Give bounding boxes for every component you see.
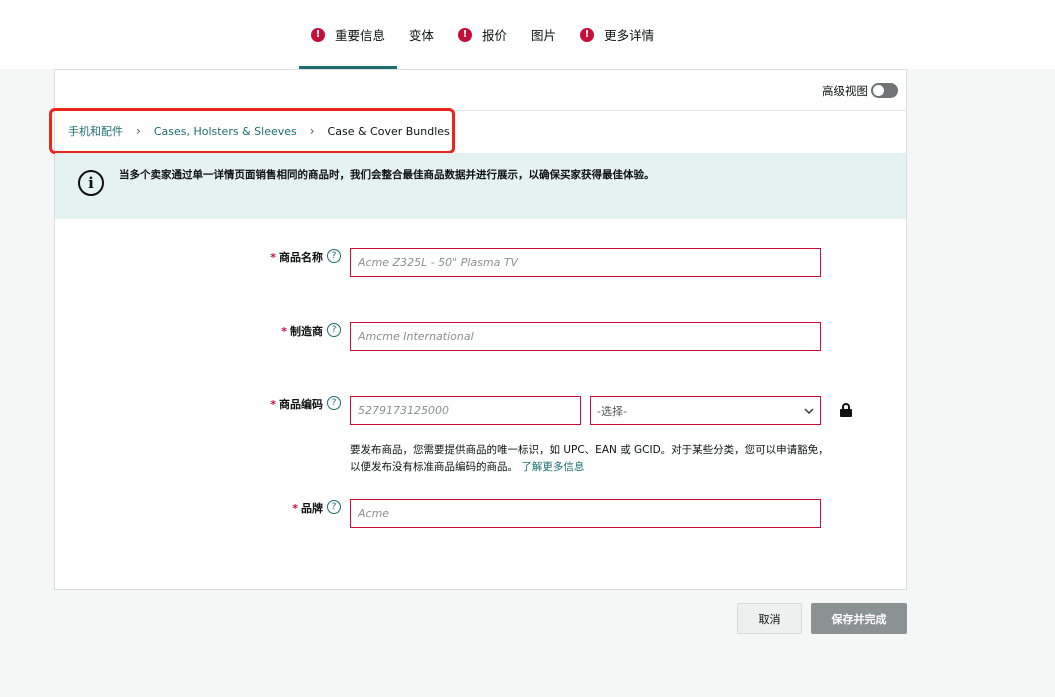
tab-vital-info[interactable]: ! 重要信息 <box>299 0 398 69</box>
product-id-help-text: 要发布商品，您需要提供商品的唯一标识，如 UPC、EAN 或 GCID。对于某些… <box>350 442 830 476</box>
tabs: ! 重要信息 变体 ! 报价 图片 ! 更多详情 <box>299 0 666 69</box>
error-icon: ! <box>311 27 325 42</box>
manufacturer-label: * 制造商 <box>255 323 323 339</box>
info-banner: i 当多个卖家通过单一详情页面销售相同的商品时，我们会整合最佳商品数据并进行展示… <box>55 153 906 219</box>
tab-label: 变体 <box>409 28 435 43</box>
tab-more-details[interactable]: ! 更多详情 <box>568 0 666 69</box>
label-text: 商品名称 <box>279 251 323 264</box>
tab-label: 图片 <box>531 28 557 43</box>
required-mark: * <box>270 251 276 264</box>
product-form-card: 高级视图 手机和配件 › Cases, Holsters & Sleeves ›… <box>49 69 907 590</box>
toggle-knob <box>873 85 884 96</box>
help-text-body: 要发布商品，您需要提供商品的唯一标识，如 UPC、EAN 或 GCID。对于某些… <box>350 444 829 473</box>
manufacturer-input[interactable] <box>350 322 821 351</box>
select-value: -选择- <box>597 404 627 418</box>
required-mark: * <box>292 502 298 515</box>
product-id-type-select[interactable]: -选择- <box>590 396 821 425</box>
product-id-input[interactable] <box>350 396 581 425</box>
product-name-input[interactable] <box>350 248 821 277</box>
help-icon[interactable]: ? <box>327 249 341 263</box>
chevron-down-icon <box>804 408 814 414</box>
chevron-right-icon: › <box>136 124 141 138</box>
advanced-view-label: 高级视图 <box>822 84 868 98</box>
breadcrumb: 手机和配件 › Cases, Holsters & Sleeves › Case… <box>68 123 450 139</box>
cancel-button[interactable]: 取消 <box>737 603 802 634</box>
error-icon: ! <box>458 27 473 42</box>
tab-variations[interactable]: 变体 <box>397 0 446 69</box>
info-icon: i <box>78 170 104 196</box>
required-mark: * <box>270 398 276 411</box>
tab-images[interactable]: 图片 <box>519 0 568 69</box>
help-icon[interactable]: ? <box>327 396 341 410</box>
info-banner-text: 当多个卖家通过单一详情页面销售相同的商品时，我们会整合最佳商品数据并进行展示，以… <box>119 169 655 181</box>
save-and-finish-button[interactable]: 保存并完成 <box>811 603 907 634</box>
chevron-right-icon: › <box>309 124 315 138</box>
learn-more-link[interactable]: 了解更多信息 <box>521 461 584 473</box>
advanced-view-row: 高级视图 <box>55 70 906 111</box>
breadcrumb-item-subcategory[interactable]: Cases, Holsters & Sleeves <box>154 125 297 138</box>
help-icon[interactable]: ? <box>327 323 341 337</box>
breadcrumb-item-current: Case & Cover Bundles <box>327 124 450 138</box>
required-mark: * <box>281 325 287 338</box>
label-text: 制造商 <box>290 325 323 338</box>
tab-label: 重要信息 <box>335 28 386 43</box>
tab-label: 报价 <box>482 28 508 43</box>
help-icon[interactable]: ? <box>327 500 341 514</box>
top-tab-bar: ! 重要信息 变体 ! 报价 图片 ! 更多详情 <box>0 0 1055 69</box>
breadcrumb-item-category[interactable]: 手机和配件 <box>68 123 123 139</box>
product-id-label: * 商品编码 <box>255 396 323 412</box>
label-text: 品牌 <box>301 502 323 515</box>
error-icon: ! <box>580 27 595 42</box>
lock-icon <box>840 403 852 417</box>
label-text: 商品编码 <box>279 398 323 411</box>
tab-label: 更多详情 <box>604 28 655 43</box>
brand-input[interactable] <box>350 499 821 528</box>
advanced-view-toggle[interactable] <box>871 83 898 98</box>
tab-offer[interactable]: ! 报价 <box>446 0 519 69</box>
product-name-label: * 商品名称 <box>255 249 323 265</box>
brand-label: * 品牌 <box>255 500 323 516</box>
